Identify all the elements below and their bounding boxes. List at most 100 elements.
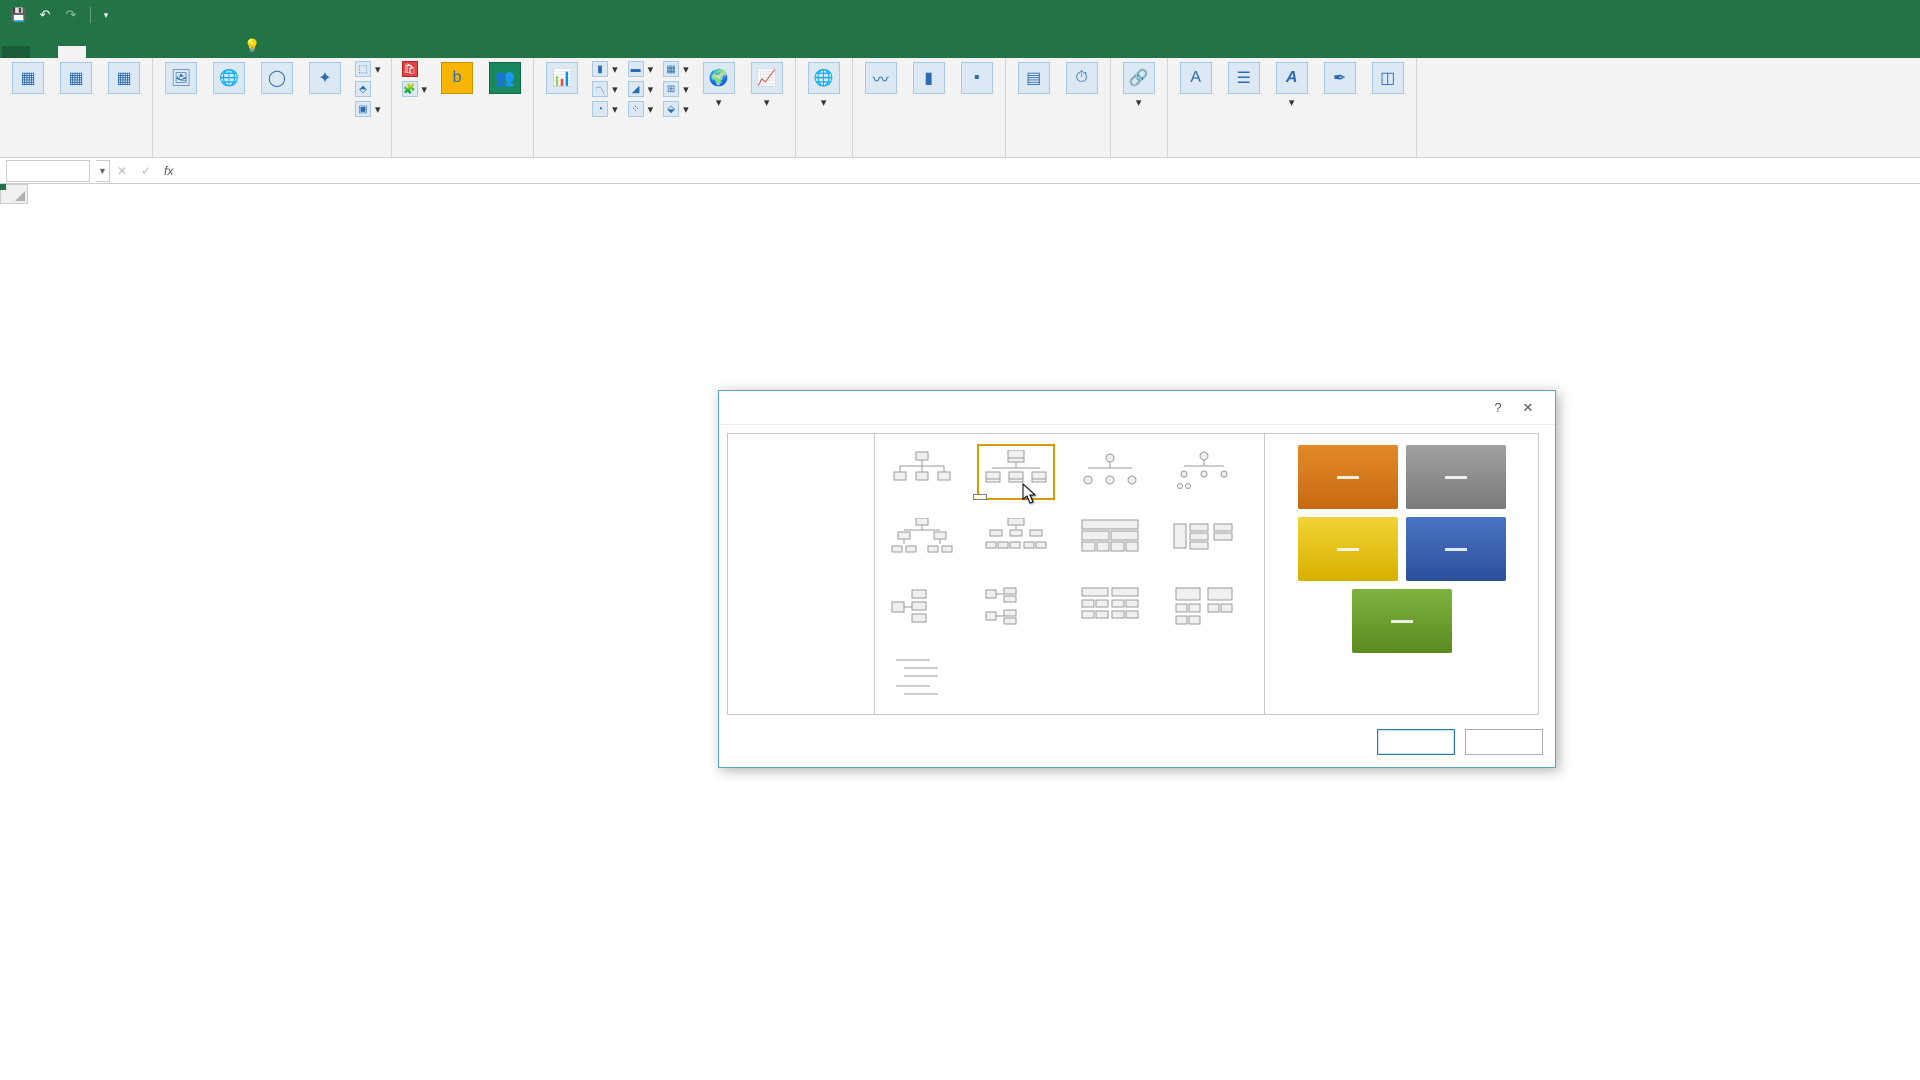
btn-chart-line[interactable]: 〽▾	[588, 80, 622, 98]
layout-thumb-circle-picture-org[interactable]	[1165, 444, 1243, 500]
tab-file[interactable]	[2, 46, 30, 58]
btn-chart-scatter[interactable]: ⁘▾	[624, 100, 658, 118]
btn-my-addins[interactable]: 🧩 ▾	[398, 80, 432, 98]
btn-recommended-charts[interactable]: 📊	[540, 60, 584, 98]
column-headers[interactable]	[28, 184, 1920, 204]
pivotchart-icon: 📈	[751, 62, 783, 94]
btn-timeline[interactable]: ⏱	[1060, 60, 1104, 98]
cancel-button[interactable]	[1465, 729, 1543, 755]
dialog-help-button[interactable]: ?	[1483, 395, 1513, 421]
tab-pagelayout[interactable]	[86, 46, 114, 58]
btn-chart-combo[interactable]: ⬙▾	[659, 100, 693, 118]
ribbon-tabstrip: 💡	[0, 30, 1920, 58]
layout-thumb-half-circle-org[interactable]	[1071, 444, 1149, 500]
btn-pivottable[interactable]: ▦	[6, 60, 50, 98]
preview-block-1	[1298, 445, 1398, 509]
layout-thumb-hierarchy-list[interactable]	[1165, 512, 1243, 568]
layout-thumb-table-hierarchy[interactable]	[1071, 512, 1149, 568]
btn-chart-pie[interactable]: ◔▾	[588, 100, 622, 118]
group-label-tours	[802, 152, 846, 157]
btn-screenshot[interactable]: ▣ ▾	[351, 100, 385, 118]
ribbon-group-sparklines: 〰 ▮ ▪	[853, 58, 1006, 157]
tell-me-search[interactable]: 💡	[238, 34, 272, 58]
btn-smartart[interactable]: ⬘	[351, 80, 385, 98]
btn-online-pictures[interactable]: 🌐	[207, 60, 251, 98]
name-box-dropdown-icon[interactable]: ▼	[96, 160, 110, 182]
fx-icon[interactable]: fx	[164, 164, 173, 178]
ribbon-group-charts: 📊 ▮▾ ▬▾ ▦▾ 〽▾ ◢▾ ⊞▾ ◔▾ ⁘▾ ⬙▾ 🌍▾	[534, 58, 796, 157]
tab-view[interactable]	[198, 46, 226, 58]
btn-sparkline-line[interactable]: 〰	[859, 60, 903, 98]
online-pictures-icon: 🌐	[213, 62, 245, 94]
ok-button[interactable]	[1377, 729, 1455, 755]
dialog-titlebar[interactable]: ? ✕	[719, 391, 1555, 425]
btn-signature[interactable]: ✒	[1318, 60, 1362, 98]
btn-link[interactable]: 🔗▾	[1117, 60, 1161, 111]
cancel-entry-icon[interactable]: ✕	[110, 160, 134, 182]
tab-home[interactable]	[30, 46, 58, 58]
layout-thumb-horizontal-hierarchy[interactable]	[1071, 580, 1149, 636]
qat-redo-icon[interactable]: ↷	[60, 4, 82, 26]
maps-icon: 🌍	[703, 62, 735, 94]
btn-sparkline-column[interactable]: ▮	[907, 60, 951, 98]
layout-thumb-org-chart[interactable]	[883, 444, 961, 500]
btn-recommended-pivot[interactable]: ▦	[54, 60, 98, 98]
wordart-icon: A	[1276, 62, 1308, 94]
btn-shapes[interactable]: ◯	[255, 60, 299, 98]
btn-maps[interactable]: 🌍▾	[697, 60, 741, 111]
btn-3d-models[interactable]: ⬚ ▾	[351, 60, 385, 78]
ribbon-group-tables: ▦ ▦ ▦	[0, 58, 153, 157]
textbox-icon: A	[1180, 62, 1212, 94]
pie-chart-icon: ◔	[592, 101, 608, 117]
hierarchy-chart-icon: ▦	[663, 61, 679, 77]
btn-table[interactable]: ▦	[102, 60, 146, 98]
btn-sparkline-winloss[interactable]: ▪	[955, 60, 999, 98]
btn-textbox[interactable]: A	[1174, 60, 1218, 98]
btn-bing-maps[interactable]: b	[435, 60, 479, 98]
map3d-icon: 🌐	[808, 62, 840, 94]
layout-thumb-labeled-hierarchy[interactable]	[977, 512, 1055, 568]
fill-handle[interactable]	[0, 184, 6, 190]
group-label-addins	[398, 152, 528, 157]
tab-insert[interactable]	[58, 46, 86, 58]
tab-data[interactable]	[142, 46, 170, 58]
qat-save-icon[interactable]: 💾	[8, 4, 30, 26]
qat-undo-icon[interactable]: ↶	[34, 4, 56, 26]
sparkline-winloss-icon: ▪	[961, 62, 993, 94]
btn-chart-column[interactable]: ▮▾	[588, 60, 622, 78]
layout-thumb-horizontal-multi[interactable]	[977, 580, 1055, 636]
btn-people-graph[interactable]: 👥	[483, 60, 527, 98]
btn-store[interactable]: 🛍	[398, 60, 432, 78]
btn-pivotchart[interactable]: 📈▾	[745, 60, 789, 111]
layout-thumb-lined-list[interactable]	[883, 648, 961, 704]
name-box[interactable]	[6, 160, 90, 182]
btn-slicer[interactable]: ▤	[1012, 60, 1056, 98]
btn-pictures[interactable]: 🖼	[159, 60, 203, 98]
layout-thumb-architecture[interactable]	[1165, 580, 1243, 636]
btn-chart-area[interactable]: ◢▾	[624, 80, 658, 98]
btn-chart-stat[interactable]: ⊞▾	[659, 80, 693, 98]
layout-grid[interactable]	[875, 433, 1265, 715]
layout-thumb-name-title-org[interactable]	[977, 444, 1055, 500]
store-icon: 🛍	[402, 61, 418, 77]
recommended-pivot-icon: ▦	[60, 62, 92, 94]
btn-chart-hier[interactable]: ▦▾	[659, 60, 693, 78]
btn-object[interactable]: ◫	[1366, 60, 1410, 98]
btn-header-footer[interactable]: ☰	[1222, 60, 1266, 98]
formula-input[interactable]	[179, 160, 1920, 182]
tab-formulas[interactable]	[114, 46, 142, 58]
signature-icon: ✒	[1324, 62, 1356, 94]
qat-customize-icon[interactable]: ▾	[95, 4, 117, 26]
tab-review[interactable]	[170, 46, 198, 58]
dialog-close-button[interactable]: ✕	[1513, 395, 1543, 421]
category-list[interactable]	[727, 433, 875, 715]
layout-thumb-horizontal-org[interactable]	[883, 580, 961, 636]
layout-thumb-hierarchy[interactable]	[883, 512, 961, 568]
shapes-icon: ◯	[261, 62, 293, 94]
btn-wordart[interactable]: A▾	[1270, 60, 1314, 111]
btn-icons[interactable]: ✦	[303, 60, 347, 98]
column-chart-icon: ▮	[592, 61, 608, 77]
confirm-entry-icon[interactable]: ✓	[134, 160, 158, 182]
btn-3d-map[interactable]: 🌐▾	[802, 60, 846, 111]
btn-chart-bar[interactable]: ▬▾	[624, 60, 658, 78]
